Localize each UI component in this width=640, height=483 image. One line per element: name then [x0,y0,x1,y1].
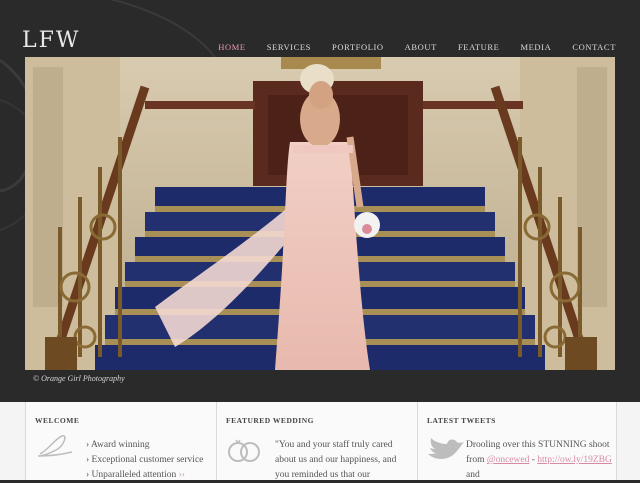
nav-item-portfolio[interactable]: PORTFOLIO [332,42,384,52]
photo-credit: © Orange Girl Photography [33,374,125,383]
list-item: › Award winning [86,440,150,450]
tweet-url-link[interactable]: http://ow.ly/19ZBG [537,455,612,465]
hero-illustration [25,57,615,370]
nav-item-home[interactable]: HOME [218,42,245,52]
twitter-handle-link[interactable]: @oncewed [487,455,530,465]
nav-item-contact[interactable]: CONTACT [572,42,616,52]
nav-item-services[interactable]: SERVICES [267,42,311,52]
featured-heading: FEATURED WEDDING [226,416,314,425]
monogram-icon [37,435,73,457]
hero-photo [25,57,615,370]
featured-panel: FEATURED WEDDING "You and your staff tru… [216,402,418,480]
list-item: › Exceptional customer service [86,455,204,465]
list-item-label: › Unparalleled attention [86,470,177,480]
footer-panels: WELCOME › Award winning › Exceptional cu… [0,402,640,480]
rings-icon [228,439,260,462]
more-arrows[interactable]: ›› [179,470,185,480]
nav-item-media[interactable]: MEDIA [520,42,551,52]
nav-item-about[interactable]: ABOUT [405,42,437,52]
welcome-list: › Award winning › Exceptional customer s… [86,438,203,483]
welcome-heading: WELCOME [35,416,80,425]
tweets-heading: LATEST TWEETS [427,416,496,425]
tweet-dash: - [529,455,535,465]
site-logo[interactable]: LFW [22,28,81,53]
bird-icon [428,438,464,459]
featured-quote: "You and your staff truly cared about us… [275,440,397,480]
nav-item-feature[interactable]: FEATURE [458,42,500,52]
main-nav: HOME SERVICES PORTFOLIO ABOUT FEATURE ME… [218,42,616,52]
tweets-panel: LATEST TWEETS Drooling over this STUNNIN… [417,402,617,480]
tweet-text: Drooling over this STUNNING shoot from @… [466,438,616,483]
list-item: › Unparalleled attention ›› [86,468,203,483]
welcome-panel: WELCOME › Award winning › Exceptional cu… [25,402,217,480]
tweet-tail: and [466,470,480,480]
